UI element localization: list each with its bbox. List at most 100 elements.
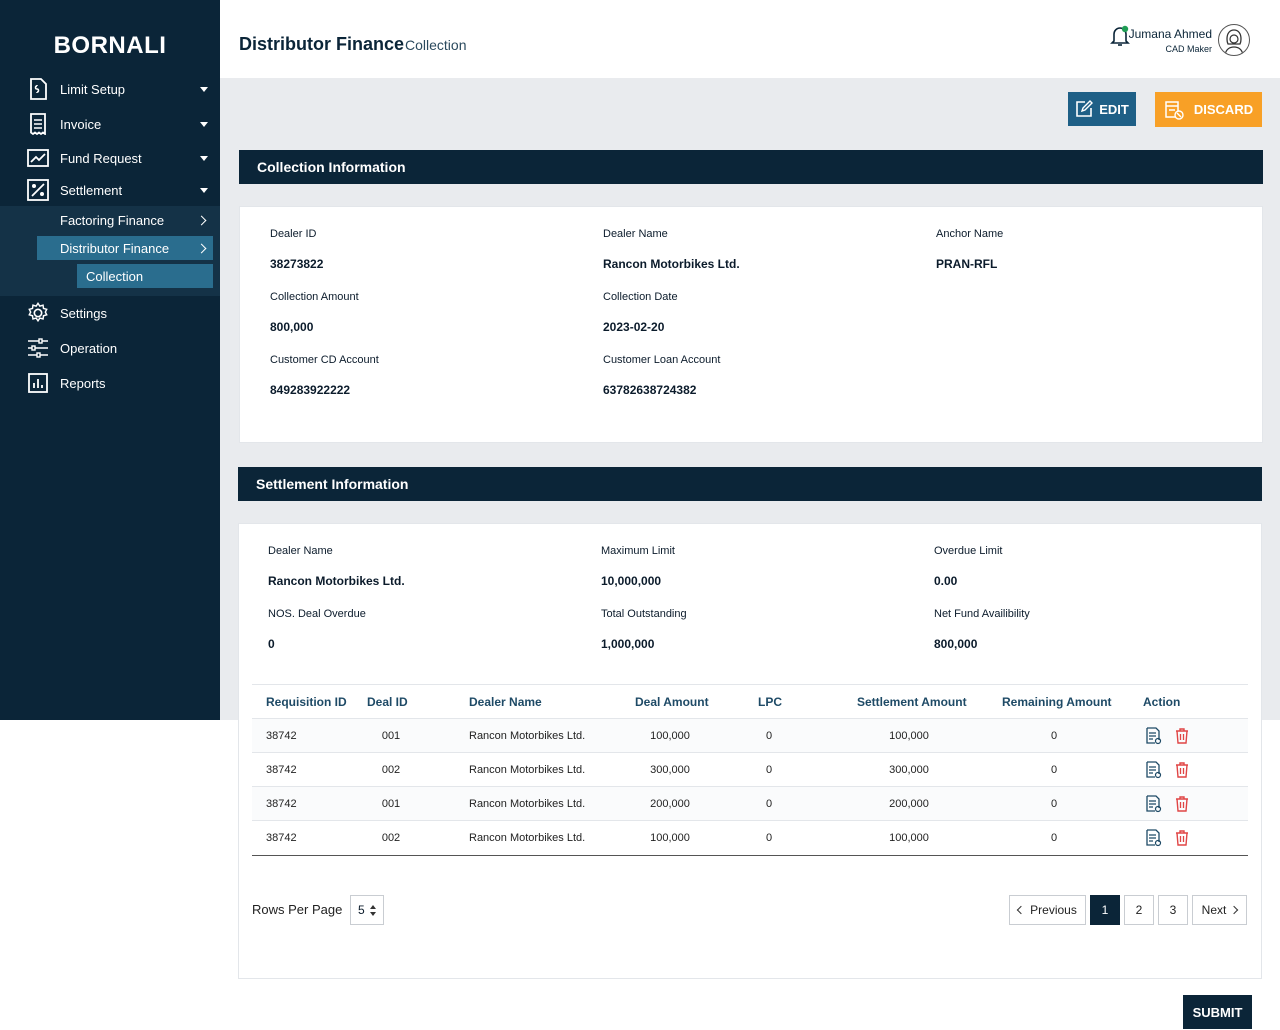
delete-icon[interactable]	[1173, 727, 1191, 745]
column-header-dealer-name[interactable]: Dealer Name	[469, 695, 542, 709]
deals-table: Requisition ID Deal ID Dealer Name Deal …	[252, 684, 1248, 856]
avatar[interactable]	[1218, 24, 1250, 56]
sidebar-item-invoice[interactable]: Invoice	[0, 107, 220, 141]
settlement-section-header: Settlement Information	[238, 467, 1262, 501]
view-document-icon[interactable]	[1144, 727, 1162, 745]
sidebar-item-label: Factoring Finance	[60, 212, 165, 228]
page-button-3[interactable]: 3	[1158, 895, 1188, 925]
cell-deal-amount: 300,000	[650, 764, 690, 776]
cell-requisition-id: 38742	[266, 764, 297, 776]
cell-dealer-name: Rancon Motorbikes Ltd.	[469, 798, 586, 810]
collection-amount-value: 800,000	[270, 320, 314, 334]
column-header-requisition-id[interactable]: Requisition ID	[266, 695, 347, 709]
sidebar-item-reports[interactable]: Reports	[0, 366, 220, 400]
sidebar-item-label: Reports	[60, 375, 106, 391]
sidebar-item-fund-request[interactable]: Fund Request	[0, 141, 220, 175]
sidebar-item-settings[interactable]: Settings	[0, 296, 220, 330]
delete-icon[interactable]	[1173, 795, 1191, 813]
collection-card	[239, 206, 1263, 443]
table-row: 38742 002 Rancon Motorbikes Ltd. 300,000…	[252, 753, 1248, 787]
cell-remaining-amount: 0	[1050, 832, 1058, 844]
cell-requisition-id: 38742	[266, 730, 297, 742]
settlement-dealer-name-value: Rancon Motorbikes Ltd.	[268, 574, 405, 588]
column-header-deal-id[interactable]: Deal ID	[367, 695, 408, 709]
dealer-name-value: Rancon Motorbikes Ltd.	[603, 257, 740, 271]
column-header-action: Action	[1143, 695, 1181, 709]
net-fund-value: 800,000	[934, 637, 978, 651]
page-subtitle: Collection	[405, 37, 467, 53]
cell-deal-id: 002	[381, 832, 401, 844]
page-title: Distributor Finance	[239, 34, 405, 54]
delete-icon[interactable]	[1173, 761, 1191, 779]
customer-loan-value: 63782638724382	[603, 383, 697, 397]
cell-deal-id: 001	[381, 730, 401, 742]
chevron-left-icon	[1016, 905, 1026, 915]
cell-requisition-id: 38742	[266, 832, 297, 844]
sliders-icon	[27, 337, 49, 359]
discard-label: DISCARD	[1193, 102, 1254, 117]
rows-per-page-value: 5	[358, 903, 365, 917]
cell-settlement-amount: 300,000	[889, 764, 929, 776]
sidebar-item-distributor-finance[interactable]: Distributor Finance	[37, 236, 213, 260]
sidebar-item-settlement[interactable]: Settlement	[0, 173, 220, 207]
line-chart-icon	[27, 147, 49, 169]
total-outstanding-value: 1,000,000	[601, 637, 655, 651]
cell-lpc: 0	[765, 798, 773, 810]
previous-page-button[interactable]: Previous	[1009, 895, 1086, 925]
column-header-lpc[interactable]: LPC	[758, 695, 782, 709]
settlement-submenu: Factoring Finance Distributor Finance Co…	[0, 206, 220, 296]
brand-logo: BORNALI	[53, 32, 167, 59]
gear-icon	[27, 302, 49, 324]
user-role: CAD Maker	[1165, 44, 1212, 54]
next-page-button[interactable]: Next	[1192, 895, 1247, 925]
view-document-icon[interactable]	[1144, 761, 1162, 779]
cell-dealer-name: Rancon Motorbikes Ltd.	[469, 764, 586, 776]
chevron-right-icon	[196, 215, 207, 225]
anchor-name-label: Anchor Name	[936, 228, 1004, 240]
page-button-1[interactable]: 1	[1090, 895, 1120, 925]
rows-per-page-select[interactable]: 5	[350, 895, 384, 925]
cell-remaining-amount: 0	[1050, 764, 1058, 776]
column-header-remaining-amount[interactable]: Remaining Amount	[1002, 695, 1112, 709]
submit-button[interactable]: SUBMIT	[1183, 995, 1252, 1029]
cell-dealer-name: Rancon Motorbikes Ltd.	[469, 730, 586, 742]
page-button-2[interactable]: 2	[1124, 895, 1154, 925]
nos-deal-overdue-label: NOS. Deal Overdue	[268, 608, 366, 620]
chevron-right-icon	[1230, 905, 1239, 915]
cell-remaining-amount: 0	[1050, 730, 1058, 742]
view-document-icon[interactable]	[1144, 795, 1162, 813]
sidebar-item-collection[interactable]: Collection	[77, 264, 213, 288]
sidebar-item-limit-setup[interactable]: Limit Setup	[0, 72, 220, 106]
sidebar-item-label: Limit Setup	[60, 81, 126, 97]
column-header-deal-amount[interactable]: Deal Amount	[635, 695, 709, 709]
bar-chart-icon	[27, 372, 49, 394]
maximum-limit-value: 10,000,000	[601, 574, 662, 588]
rows-per-page-label: Rows Per Page	[252, 902, 343, 917]
cell-remaining-amount: 0	[1050, 798, 1058, 810]
sidebar-item-label: Fund Request	[60, 150, 142, 166]
document-icon	[27, 78, 49, 100]
discard-button[interactable]: DISCARD	[1155, 92, 1262, 127]
view-document-icon[interactable]	[1144, 829, 1162, 847]
column-header-settlement-amount[interactable]: Settlement Amount	[857, 695, 967, 709]
sidebar-item-label: Collection	[86, 268, 144, 284]
sidebar-item-label: Distributor Finance	[60, 240, 170, 256]
customer-cd-value: 849283922222	[270, 383, 351, 397]
sort-arrows-icon	[370, 905, 376, 919]
overdue-limit-value: 0.00	[934, 574, 958, 588]
sidebar-item-operation[interactable]: Operation	[0, 331, 220, 365]
receipt-icon	[27, 113, 49, 135]
next-label: Next	[1201, 903, 1227, 917]
table-header-row: Requisition ID Deal ID Dealer Name Deal …	[252, 684, 1248, 719]
caret-down-icon	[200, 121, 208, 127]
sidebar-item-factoring-finance[interactable]: Factoring Finance	[37, 208, 213, 232]
delete-icon[interactable]	[1173, 829, 1191, 847]
sidebar-item-label: Settlement	[60, 182, 123, 198]
cell-lpc: 0	[765, 832, 773, 844]
collection-date-value: 2023-02-20	[603, 320, 665, 334]
table-row: 38742 001 Rancon Motorbikes Ltd. 100,000…	[252, 719, 1248, 753]
collection-amount-label: Collection Amount	[270, 291, 359, 303]
user-name: Jumana Ahmed	[1128, 27, 1212, 41]
edit-button[interactable]: EDIT	[1068, 92, 1136, 126]
net-fund-label: Net Fund Availibility	[934, 608, 1030, 620]
